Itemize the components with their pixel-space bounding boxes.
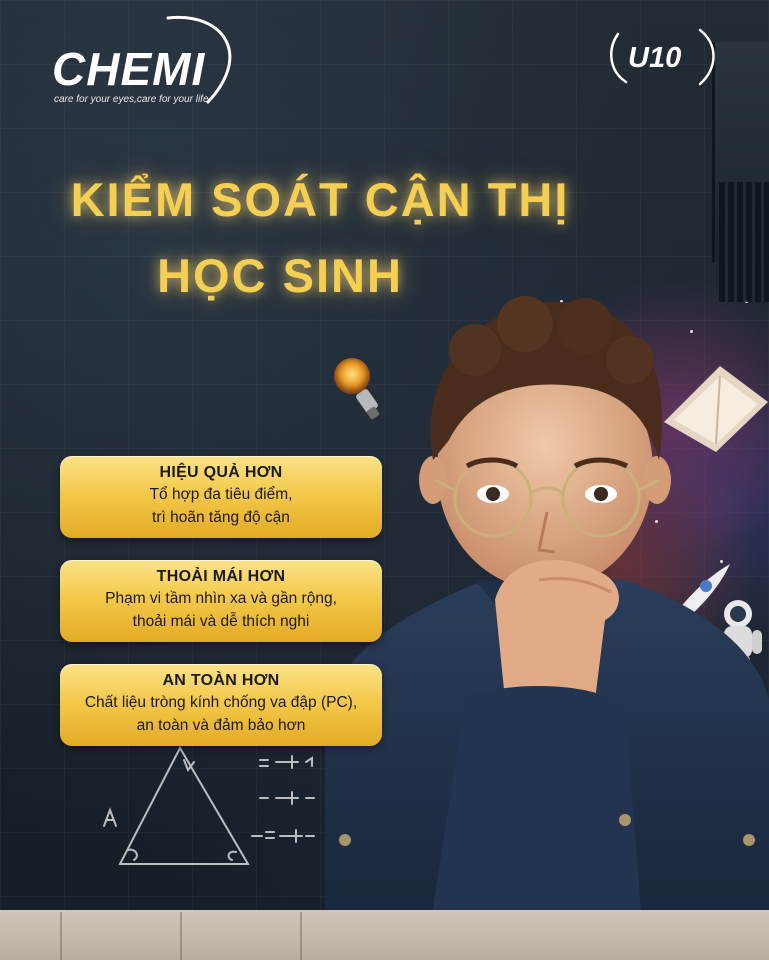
feature-desc-line-1: Tổ hợp đa tiêu điểm, xyxy=(149,486,293,503)
feature-desc-line-2: trì hoãn tăng độ cận xyxy=(152,509,290,526)
feature-desc-line-1: Phạm vi tầm nhìn xa và gần rộng, xyxy=(105,590,337,607)
feature-title: THOẢI MÁI HƠN xyxy=(156,568,286,585)
window xyxy=(712,42,769,302)
u10-badge: U10 xyxy=(604,24,720,90)
feature-card-safe: AN TOÀN HƠN Chất liệu tròng kính chống v… xyxy=(60,664,382,746)
feature-card-comfortable: THOẢI MÁI HƠN Phạm vi tầm nhìn xa và gần… xyxy=(60,560,382,642)
feature-desc-line-2: an toàn và đảm bảo hơn xyxy=(136,717,306,734)
floor xyxy=(0,910,769,960)
feature-desc-line-1: Chất liệu tròng kính chống va đập (PC), xyxy=(84,694,358,711)
floor-seam xyxy=(60,912,62,960)
feature-desc-line-2: thoải mái và dễ thích nghi xyxy=(132,613,310,630)
feature-card-effective: HIỆU QUẢ HƠN Tổ hợp đa tiêu điểm, trì ho… xyxy=(60,456,382,538)
floor-seam xyxy=(300,912,302,960)
logo-wordmark: CHEMI xyxy=(52,43,206,95)
feature-title: AN TOÀN HƠN xyxy=(162,672,280,689)
feature-title: HIỆU QUẢ HƠN xyxy=(159,464,283,481)
chalk-triangle-drawing xyxy=(103,745,315,865)
u10-label: U10 xyxy=(628,42,682,74)
headline-line-1: KIỂM SOÁT CẬN THỊ xyxy=(70,173,570,226)
chemi-logo: CHEMI care for your eyes,care for your l… xyxy=(48,14,248,109)
floor-seam xyxy=(180,912,182,960)
logo-tagline: care for your eyes,care for your life xyxy=(54,94,209,105)
boy-with-glasses xyxy=(325,296,769,960)
poster: CHEMI care for your eyes,care for your l… xyxy=(0,0,769,960)
